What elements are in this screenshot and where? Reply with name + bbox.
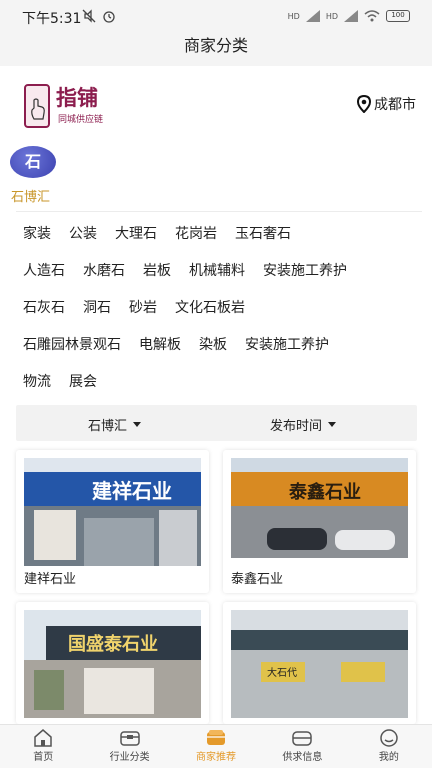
- tab-bar: 首页 行业分类 商家推荐 供求信息 我的: [0, 724, 432, 768]
- signal-icon: HD: [287, 11, 300, 21]
- category-row: 家装 公装 大理石 花岗岩 玉石奢石: [23, 214, 423, 251]
- profile-face-icon: [380, 729, 398, 747]
- category-tag[interactable]: 水磨石: [83, 260, 125, 280]
- category-tag[interactable]: 文化石板岩: [175, 297, 245, 317]
- category-tag[interactable]: 电解板: [139, 334, 181, 354]
- category-tag[interactable]: 人造石: [23, 260, 65, 280]
- category-tag[interactable]: 石雕园林景观石: [23, 334, 121, 354]
- filter-bar: 石博汇 发布时间: [16, 405, 417, 441]
- tab-industry[interactable]: 行业分类: [86, 725, 172, 768]
- logo-subtitle: 同城供应链: [58, 115, 104, 125]
- category-tag[interactable]: 家装: [23, 223, 51, 243]
- category-row: 石雕园林景观石 电解板 染板 安装施工养护: [23, 325, 423, 362]
- tab-merchant[interactable]: 商家推荐: [173, 725, 259, 768]
- shop-sign: 国盛泰石业: [68, 633, 158, 655]
- category-tag[interactable]: 机械辅料: [189, 260, 245, 280]
- tab-label: 供求信息: [282, 752, 323, 763]
- tab-label: 首页: [33, 752, 54, 763]
- shop-sign: 大石代: [267, 666, 297, 679]
- category-tag[interactable]: 花岗岩: [175, 223, 217, 243]
- category-tag[interactable]: 岩板: [143, 260, 171, 280]
- merchant-card[interactable]: 国盛泰石业: [16, 602, 209, 724]
- home-icon: [34, 729, 52, 747]
- category-row: 人造石 水磨石 岩板 机械辅料 安装施工养护: [23, 251, 423, 288]
- caret-down-icon: [328, 422, 337, 427]
- category-tag[interactable]: 物流: [23, 371, 51, 391]
- location-pin-icon: [357, 95, 371, 113]
- category-tag[interactable]: 安装施工养护: [245, 334, 329, 354]
- shop-sign: 泰鑫石业: [288, 481, 361, 503]
- category-tag[interactable]: 染板: [199, 334, 227, 354]
- brand-filter-label: 石博汇: [88, 419, 128, 434]
- merchant-photo: 泰鑫石业: [231, 458, 408, 558]
- category-tag[interactable]: 安装施工养护: [263, 260, 347, 280]
- tab-label: 行业分类: [109, 752, 150, 763]
- merchant-photo: 建祥石业: [24, 458, 201, 566]
- caret-down-icon: [133, 422, 142, 427]
- status-time: 下午5:31: [22, 11, 82, 27]
- signal-bars-icon: [305, 10, 320, 22]
- merchant-name: 泰鑫石业: [231, 572, 284, 587]
- signal-bars-icon-2: [344, 10, 358, 22]
- logo-title: 指铺: [56, 85, 98, 110]
- brand-name[interactable]: 石博汇: [11, 186, 50, 205]
- shop-sign: 建祥石业: [92, 479, 172, 503]
- tab-profile[interactable]: 我的: [346, 725, 432, 768]
- page-title: 商家分类: [183, 36, 248, 55]
- signal-icon-2: HD: [325, 11, 338, 21]
- category-row: 物流 展会: [23, 362, 423, 399]
- category-tag[interactable]: 砂岩: [129, 297, 157, 317]
- category-tag[interactable]: 石灰石: [23, 297, 65, 317]
- mute-icon: [82, 9, 96, 23]
- tab-supply-demand[interactable]: 供求信息: [259, 725, 345, 768]
- category-list: 家装 公装 大理石 花岗岩 玉石奢石 人造石 水磨石 岩板 机械辅料 安装施工养…: [23, 214, 423, 399]
- category-tag[interactable]: 展会: [69, 371, 97, 391]
- location-selector[interactable]: 成都市: [357, 94, 416, 114]
- app-logo: 指铺 同城供应链: [24, 82, 124, 130]
- time-sort-label: 发布时间: [270, 419, 323, 434]
- nav-bar: 商家分类: [0, 34, 432, 66]
- category-tag[interactable]: 洞石: [83, 297, 111, 317]
- category-icon: [119, 731, 140, 746]
- wifi-icon: [364, 10, 380, 22]
- category-tag[interactable]: 玉石奢石: [235, 223, 291, 243]
- location-city: 成都市: [374, 97, 416, 113]
- brand-badge[interactable]: 石: [10, 146, 56, 178]
- brand-filter-dropdown[interactable]: 石博汇: [88, 415, 142, 434]
- category-tag[interactable]: 公装: [69, 223, 97, 243]
- merchant-card[interactable]: 建祥石业 建祥石业: [16, 450, 209, 593]
- tab-home[interactable]: 首页: [0, 725, 86, 768]
- tab-label: 商家推荐: [196, 752, 237, 763]
- merchant-photo: 国盛泰石业: [24, 610, 201, 718]
- alarm-icon: [103, 11, 115, 23]
- merchant-card[interactable]: 大石代: [223, 602, 416, 724]
- battery-icon: 100: [386, 10, 410, 22]
- category-row: 石灰石 洞石 砂岩 文化石板岩: [23, 288, 423, 325]
- merchant-name: 建祥石业: [24, 572, 77, 587]
- header: 指铺 同城供应链 成都市: [0, 66, 432, 144]
- divider: [16, 211, 422, 212]
- status-bar: 下午5:31 HD HD 100: [0, 0, 432, 34]
- time-sort-dropdown[interactable]: 发布时间: [270, 415, 337, 434]
- merchant-photo: 大石代: [231, 610, 408, 718]
- shop-icon: [207, 730, 226, 745]
- category-tag[interactable]: 大理石: [115, 223, 157, 243]
- merchant-card[interactable]: 泰鑫石业 泰鑫石业: [223, 450, 416, 593]
- phone-hand-icon: [24, 84, 50, 128]
- tab-label: 我的: [378, 752, 399, 763]
- message-icon: [292, 731, 313, 746]
